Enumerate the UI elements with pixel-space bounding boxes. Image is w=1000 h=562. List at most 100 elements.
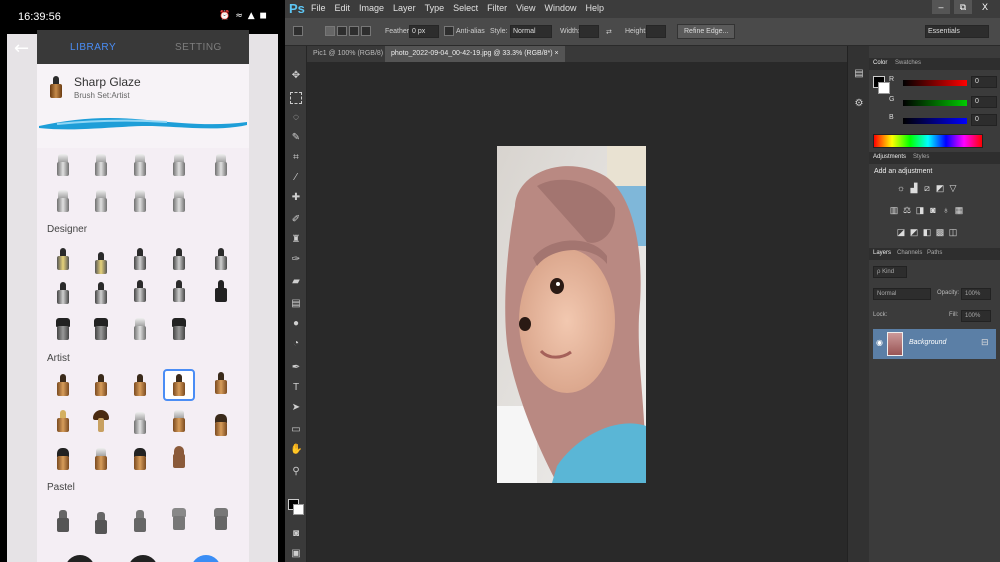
menu-type[interactable]: Type: [425, 3, 445, 13]
photo-filter-icon[interactable]: ♁: [941, 205, 951, 215]
artist-brush-icon[interactable]: [55, 448, 71, 470]
gradient-map-icon[interactable]: ▽: [948, 183, 958, 193]
threshold-icon[interactable]: ◧: [922, 227, 932, 237]
artist-brush-icon[interactable]: [213, 372, 229, 394]
swap-icon[interactable]: ⇄: [606, 28, 612, 36]
history-panel-icon[interactable]: ▤: [853, 68, 865, 80]
artist-brush-icon[interactable]: [55, 374, 71, 396]
slider-bar-green[interactable]: [903, 100, 967, 106]
layer-visibility-eye-icon[interactable]: ◉: [876, 338, 883, 347]
close-button[interactable]: X: [976, 0, 994, 14]
menu-image[interactable]: Image: [359, 3, 384, 13]
blend-mode-select[interactable]: Normal: [873, 288, 931, 300]
menu-select[interactable]: Select: [453, 3, 478, 13]
new-selection-icon[interactable]: [325, 26, 335, 36]
opacity-input[interactable]: 100%: [961, 288, 991, 300]
style-select[interactable]: Normal: [510, 25, 552, 38]
artist-brush-icon[interactable]: [171, 410, 187, 432]
menu-filter[interactable]: Filter: [487, 3, 507, 13]
layer-filter-kind[interactable]: ρ Kind: [873, 266, 907, 278]
minimize-button[interactable]: –: [932, 0, 950, 14]
tab-adjustments[interactable]: Adjustments: [873, 154, 906, 160]
levels-icon[interactable]: ▟: [909, 183, 919, 193]
artist-brush-icon[interactable]: [93, 374, 109, 396]
menu-view[interactable]: View: [516, 3, 535, 13]
brush-item-icon[interactable]: [132, 190, 148, 212]
marquee-preset-icon[interactable]: [293, 26, 303, 36]
pastel-brush-icon[interactable]: [132, 510, 148, 532]
eraser-tool-icon[interactable]: ▰: [290, 276, 302, 288]
pen-tool-icon[interactable]: ✒: [290, 362, 302, 374]
screen-mode-icon[interactable]: ▣: [290, 548, 302, 560]
menu-edit[interactable]: Edit: [335, 3, 351, 13]
exposure-icon[interactable]: ◩: [935, 183, 945, 193]
brush-item-icon[interactable]: [93, 154, 109, 176]
marquee-tool-icon[interactable]: [290, 92, 302, 104]
eyedropper-tool-icon[interactable]: ⁄: [290, 172, 302, 184]
artist-brush-icon[interactable]: [93, 410, 109, 432]
hand-tool-icon[interactable]: ✋: [290, 444, 302, 456]
restore-button[interactable]: ⧉: [954, 0, 972, 14]
subtract-selection-icon[interactable]: [349, 26, 359, 36]
color-spectrum[interactable]: [873, 134, 983, 148]
history-brush-tool-icon[interactable]: ✑: [290, 254, 302, 266]
doc-tab-photo[interactable]: photo_2022-09-04_00-42-19.jpg @ 33.3% (R…: [385, 46, 565, 62]
pastel-brush-icon[interactable]: [171, 508, 187, 530]
tab-layers[interactable]: Layers: [873, 250, 891, 256]
designer-brush-icon[interactable]: [132, 280, 148, 302]
tab-channels[interactable]: Channels: [897, 250, 922, 256]
designer-brush-icon[interactable]: [93, 282, 109, 304]
brush-item-icon[interactable]: [132, 154, 148, 176]
slider-bar-blue[interactable]: [903, 118, 967, 124]
brightness-icon[interactable]: ☼: [896, 183, 906, 193]
quick-mask-icon[interactable]: ◙: [290, 528, 302, 540]
pastel-brush-icon[interactable]: [213, 508, 229, 530]
blur-tool-icon[interactable]: ●: [290, 318, 302, 330]
posterize-icon[interactable]: ◩: [909, 227, 919, 237]
designer-brush-icon[interactable]: [93, 318, 109, 340]
refine-edge-button[interactable]: Refine Edge...: [677, 24, 736, 39]
tab-color[interactable]: Color: [873, 60, 887, 66]
tab-library[interactable]: LIBRARY: [70, 42, 116, 53]
properties-panel-icon[interactable]: ⚙: [853, 98, 865, 110]
height-input[interactable]: [646, 25, 666, 38]
tab-paths[interactable]: Paths: [927, 250, 942, 256]
designer-brush-icon[interactable]: [55, 248, 71, 270]
gradient-fill-icon[interactable]: ◫: [948, 227, 958, 237]
color-slider-red[interactable]: R 0: [889, 76, 1000, 90]
color-balance-icon[interactable]: ◨: [915, 205, 925, 215]
designer-brush-icon[interactable]: [171, 280, 187, 302]
invert-icon[interactable]: ◪: [896, 227, 906, 237]
artist-brush-icon[interactable]: [93, 448, 109, 470]
intersect-selection-icon[interactable]: [361, 26, 371, 36]
designer-brush-icon[interactable]: [132, 318, 148, 340]
brush-item-icon[interactable]: [93, 190, 109, 212]
menu-help[interactable]: Help: [585, 3, 604, 13]
menu-file[interactable]: File: [311, 3, 326, 13]
vibrance-icon[interactable]: ▥: [889, 205, 899, 215]
value-red[interactable]: 0: [971, 76, 997, 88]
pastel-brush-icon[interactable]: [93, 512, 109, 534]
add-selection-icon[interactable]: [337, 26, 347, 36]
designer-brush-icon[interactable]: [93, 252, 109, 274]
shape-tool-icon[interactable]: ▭: [290, 424, 302, 436]
brush-tool-icon[interactable]: ✐: [290, 214, 302, 226]
tab-setting[interactable]: SETTING: [175, 42, 222, 53]
artist-brush-icon[interactable]: [132, 448, 148, 470]
path-select-tool-icon[interactable]: ➤: [290, 402, 302, 414]
doc-tab-pic1[interactable]: Pic1 @ 100% (RGB/8) ×: [307, 46, 395, 62]
tab-swatches[interactable]: Swatches: [895, 60, 921, 66]
menu-window[interactable]: Window: [544, 3, 576, 13]
document-photo[interactable]: [497, 146, 646, 483]
curves-icon[interactable]: ⧄: [922, 183, 932, 193]
brush-item-icon[interactable]: [55, 154, 71, 176]
tab-styles[interactable]: Styles: [913, 154, 929, 160]
zoom-tool-icon[interactable]: ⚲: [290, 466, 302, 478]
clone-stamp-tool-icon[interactable]: ♜: [290, 234, 302, 246]
artist-brush-icon[interactable]: [55, 410, 71, 432]
artist-brush-icon[interactable]: [132, 374, 148, 396]
back-arrow-icon[interactable]: ←: [14, 38, 29, 59]
fill-input[interactable]: 100%: [961, 310, 991, 322]
type-tool-icon[interactable]: T: [290, 382, 302, 394]
channel-mixer-icon[interactable]: ▦: [954, 205, 964, 215]
